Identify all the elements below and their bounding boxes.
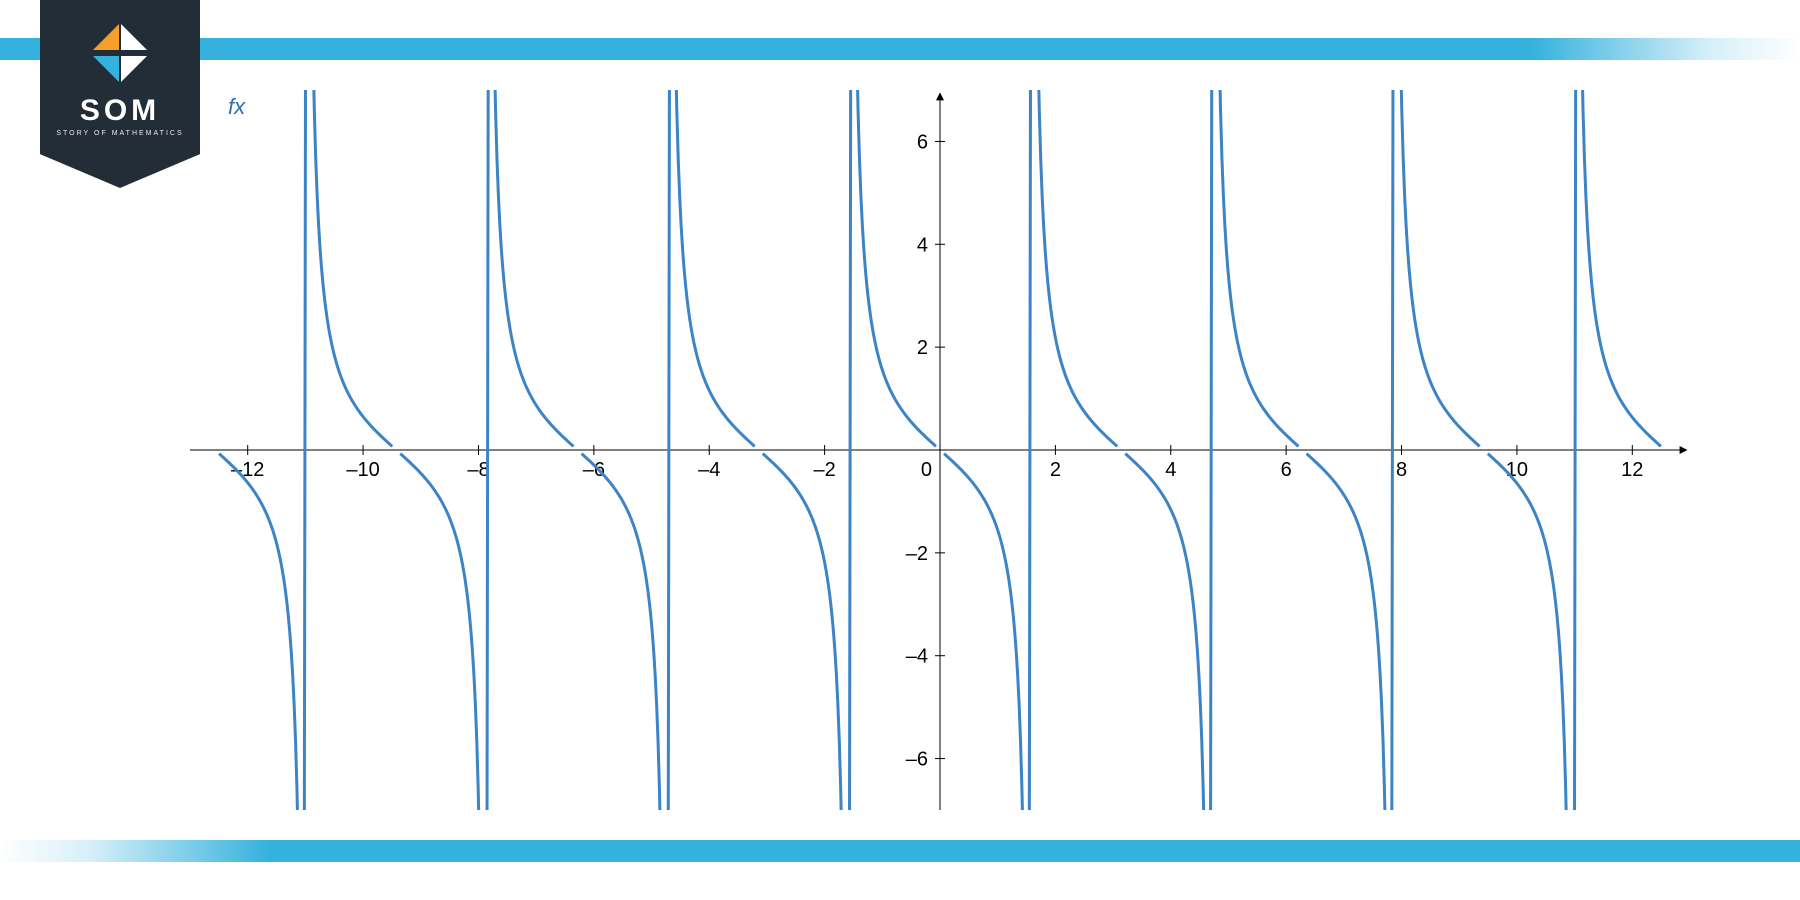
svg-text:–10: –10	[346, 459, 379, 481]
svg-text:0: 0	[921, 459, 932, 481]
svg-text:6: 6	[1281, 459, 1292, 481]
svg-text:–4: –4	[698, 459, 720, 481]
brand-subtitle: STORY OF MATHEMATICS	[56, 130, 183, 137]
svg-text:4: 4	[1165, 459, 1176, 481]
svg-text:2: 2	[917, 337, 928, 359]
top-accent-bar	[0, 38, 1800, 60]
chart-axes: –12–10–8–6–4–2024681012–6–4–2246	[190, 94, 1686, 810]
chart-plot: –12–10–8–6–4–2024681012–6–4–2246 fx	[190, 90, 1690, 810]
svg-text:12: 12	[1621, 459, 1643, 481]
brand-title: SOM	[80, 94, 160, 128]
svg-text:2: 2	[1050, 459, 1061, 481]
svg-text:8: 8	[1396, 459, 1407, 481]
bottom-accent-bar	[0, 840, 1800, 862]
svg-text:–6: –6	[583, 459, 605, 481]
svg-text:10: 10	[1506, 459, 1528, 481]
svg-text:–2: –2	[813, 459, 835, 481]
brand-logo-icon	[91, 24, 149, 82]
chart-svg: –12–10–8–6–4–2024681012–6–4–2246 fx	[190, 90, 1690, 810]
svg-text:–6: –6	[906, 749, 928, 771]
svg-text:6: 6	[917, 131, 928, 153]
series-label: fx	[228, 94, 246, 119]
svg-text:4: 4	[917, 234, 928, 256]
svg-text:–2: –2	[906, 543, 928, 565]
svg-text:–4: –4	[906, 646, 928, 668]
brand-badge: SOM STORY OF MATHEMATICS	[40, 0, 200, 188]
